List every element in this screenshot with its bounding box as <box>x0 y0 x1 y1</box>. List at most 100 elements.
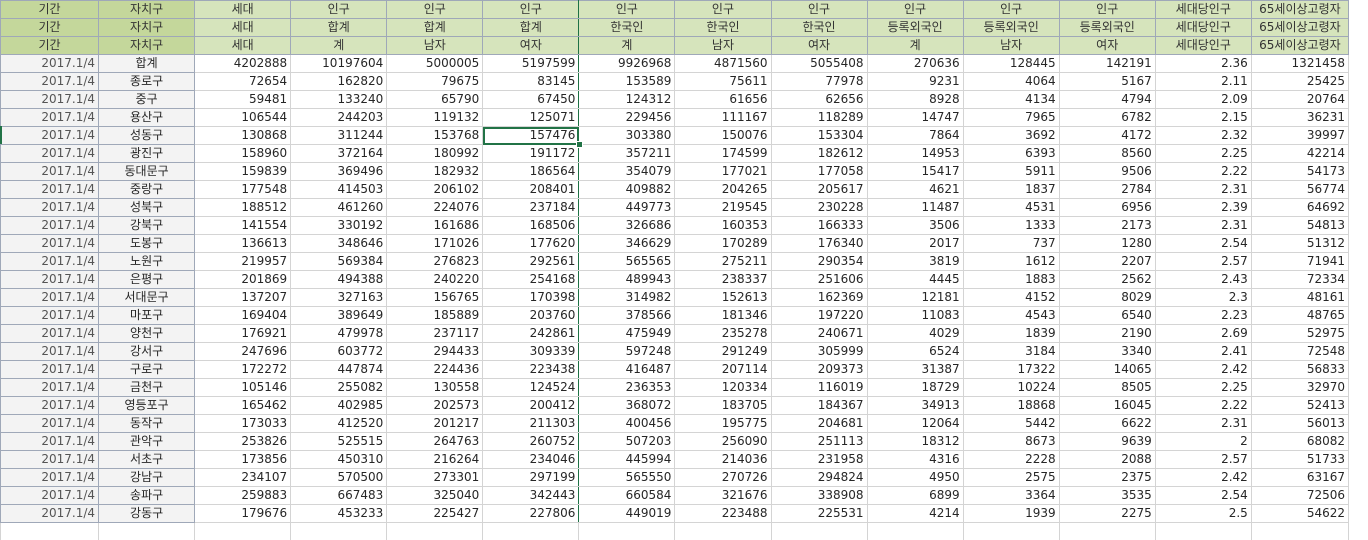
header-cell[interactable]: 계 <box>578 36 676 55</box>
value-cell[interactable]: 120334 <box>674 378 772 397</box>
value-cell[interactable]: 125071 <box>482 108 580 127</box>
value-cell[interactable]: 275211 <box>674 252 772 271</box>
value-cell[interactable]: 9926968 <box>578 54 676 73</box>
value-cell[interactable]: 181346 <box>674 306 772 325</box>
value-cell[interactable]: 225531 <box>770 504 868 523</box>
value-cell[interactable]: 124524 <box>482 378 580 397</box>
value-cell[interactable]: 111167 <box>674 108 772 127</box>
value-cell[interactable]: 4621 <box>866 180 964 199</box>
value-cell[interactable]: 5442 <box>962 414 1060 433</box>
empty-cell[interactable] <box>1058 522 1156 540</box>
header-cell[interactable]: 65세이상고령자 <box>1250 18 1350 37</box>
value-cell[interactable]: 3535 <box>1058 486 1156 505</box>
empty-cell[interactable] <box>962 522 1060 540</box>
empty-cell[interactable] <box>290 522 388 540</box>
value-cell[interactable]: 75611 <box>674 72 772 91</box>
value-cell[interactable]: 412520 <box>290 414 388 433</box>
district-cell[interactable]: 종로구 <box>98 72 196 91</box>
value-cell[interactable]: 211303 <box>482 414 580 433</box>
value-cell[interactable]: 5197599 <box>482 54 580 73</box>
district-cell[interactable]: 강북구 <box>98 216 196 235</box>
value-cell[interactable]: 171026 <box>386 234 484 253</box>
header-cell[interactable]: 한국인 <box>674 18 772 37</box>
value-cell[interactable]: 18729 <box>866 378 964 397</box>
header-cell[interactable]: 여자 <box>1058 36 1156 55</box>
value-cell[interactable]: 10197604 <box>290 54 388 73</box>
value-cell[interactable]: 12181 <box>866 288 964 307</box>
value-cell[interactable]: 2.31 <box>1154 180 1252 199</box>
empty-cell[interactable] <box>1154 522 1252 540</box>
value-cell[interactable]: 14747 <box>866 108 964 127</box>
value-cell[interactable]: 311244 <box>290 126 388 145</box>
header-cell[interactable]: 여자 <box>770 36 868 55</box>
value-cell[interactable]: 667483 <box>290 486 388 505</box>
district-cell[interactable]: 구로구 <box>98 360 196 379</box>
value-cell[interactable]: 2.31 <box>1154 216 1252 235</box>
value-cell[interactable]: 106544 <box>194 108 292 127</box>
value-cell[interactable]: 183705 <box>674 396 772 415</box>
value-cell[interactable]: 255082 <box>290 378 388 397</box>
value-cell[interactable]: 72654 <box>194 72 292 91</box>
value-cell[interactable]: 294433 <box>386 342 484 361</box>
value-cell[interactable]: 416487 <box>578 360 676 379</box>
district-cell[interactable]: 금천구 <box>98 378 196 397</box>
value-cell[interactable]: 240220 <box>386 270 484 289</box>
value-cell[interactable]: 305999 <box>770 342 868 361</box>
value-cell[interactable]: 162820 <box>290 72 388 91</box>
value-cell[interactable]: 2.32 <box>1154 126 1252 145</box>
period-cell[interactable]: 2017.1/4 <box>0 486 100 505</box>
value-cell[interactable]: 202573 <box>386 396 484 415</box>
value-cell[interactable]: 188512 <box>194 198 292 217</box>
empty-cell[interactable] <box>866 522 964 540</box>
value-cell[interactable]: 565550 <box>578 468 676 487</box>
value-cell[interactable]: 2.42 <box>1154 468 1252 487</box>
value-cell[interactable]: 2207 <box>1058 252 1156 271</box>
value-cell[interactable]: 327163 <box>290 288 388 307</box>
value-cell[interactable]: 354079 <box>578 162 676 181</box>
value-cell[interactable]: 207114 <box>674 360 772 379</box>
value-cell[interactable]: 219545 <box>674 198 772 217</box>
value-cell[interactable]: 219957 <box>194 252 292 271</box>
value-cell[interactable]: 2.11 <box>1154 72 1252 91</box>
value-cell[interactable]: 4134 <box>962 90 1060 109</box>
value-cell[interactable]: 1321458 <box>1250 54 1350 73</box>
value-cell[interactable]: 169404 <box>194 306 292 325</box>
value-cell[interactable]: 489943 <box>578 270 676 289</box>
header-cell[interactable]: 자치구 <box>98 0 196 19</box>
value-cell[interactable]: 2088 <box>1058 450 1156 469</box>
header-cell[interactable]: 세대 <box>194 18 292 37</box>
value-cell[interactable]: 165462 <box>194 396 292 415</box>
value-cell[interactable]: 3184 <box>962 342 1060 361</box>
district-cell[interactable]: 은평구 <box>98 270 196 289</box>
value-cell[interactable]: 276823 <box>386 252 484 271</box>
value-cell[interactable]: 1837 <box>962 180 1060 199</box>
empty-cell[interactable] <box>578 522 676 540</box>
value-cell[interactable]: 162369 <box>770 288 868 307</box>
value-cell[interactable]: 260752 <box>482 432 580 451</box>
value-cell[interactable]: 72506 <box>1250 486 1350 505</box>
value-cell[interactable]: 475949 <box>578 324 676 343</box>
value-cell[interactable]: 236353 <box>578 378 676 397</box>
value-cell[interactable]: 4202888 <box>194 54 292 73</box>
fill-handle[interactable] <box>576 141 583 148</box>
period-cell[interactable]: 2017.1/4 <box>0 216 100 235</box>
value-cell[interactable]: 214036 <box>674 450 772 469</box>
value-cell[interactable]: 223488 <box>674 504 772 523</box>
value-cell[interactable]: 6899 <box>866 486 964 505</box>
value-cell[interactable]: 223438 <box>482 360 580 379</box>
value-cell[interactable]: 5055408 <box>770 54 868 73</box>
header-cell[interactable]: 합계 <box>290 18 388 37</box>
value-cell[interactable]: 461260 <box>290 198 388 217</box>
value-cell[interactable]: 291249 <box>674 342 772 361</box>
value-cell[interactable]: 31387 <box>866 360 964 379</box>
value-cell[interactable]: 56833 <box>1250 360 1350 379</box>
value-cell[interactable]: 61656 <box>674 90 772 109</box>
value-cell[interactable]: 2.15 <box>1154 108 1252 127</box>
value-cell[interactable]: 4152 <box>962 288 1060 307</box>
value-cell[interactable]: 195775 <box>674 414 772 433</box>
value-cell[interactable]: 204265 <box>674 180 772 199</box>
value-cell[interactable]: 253826 <box>194 432 292 451</box>
header-cell[interactable]: 기간 <box>0 36 100 55</box>
value-cell[interactable]: 204681 <box>770 414 868 433</box>
header-cell[interactable]: 인구 <box>866 0 964 19</box>
